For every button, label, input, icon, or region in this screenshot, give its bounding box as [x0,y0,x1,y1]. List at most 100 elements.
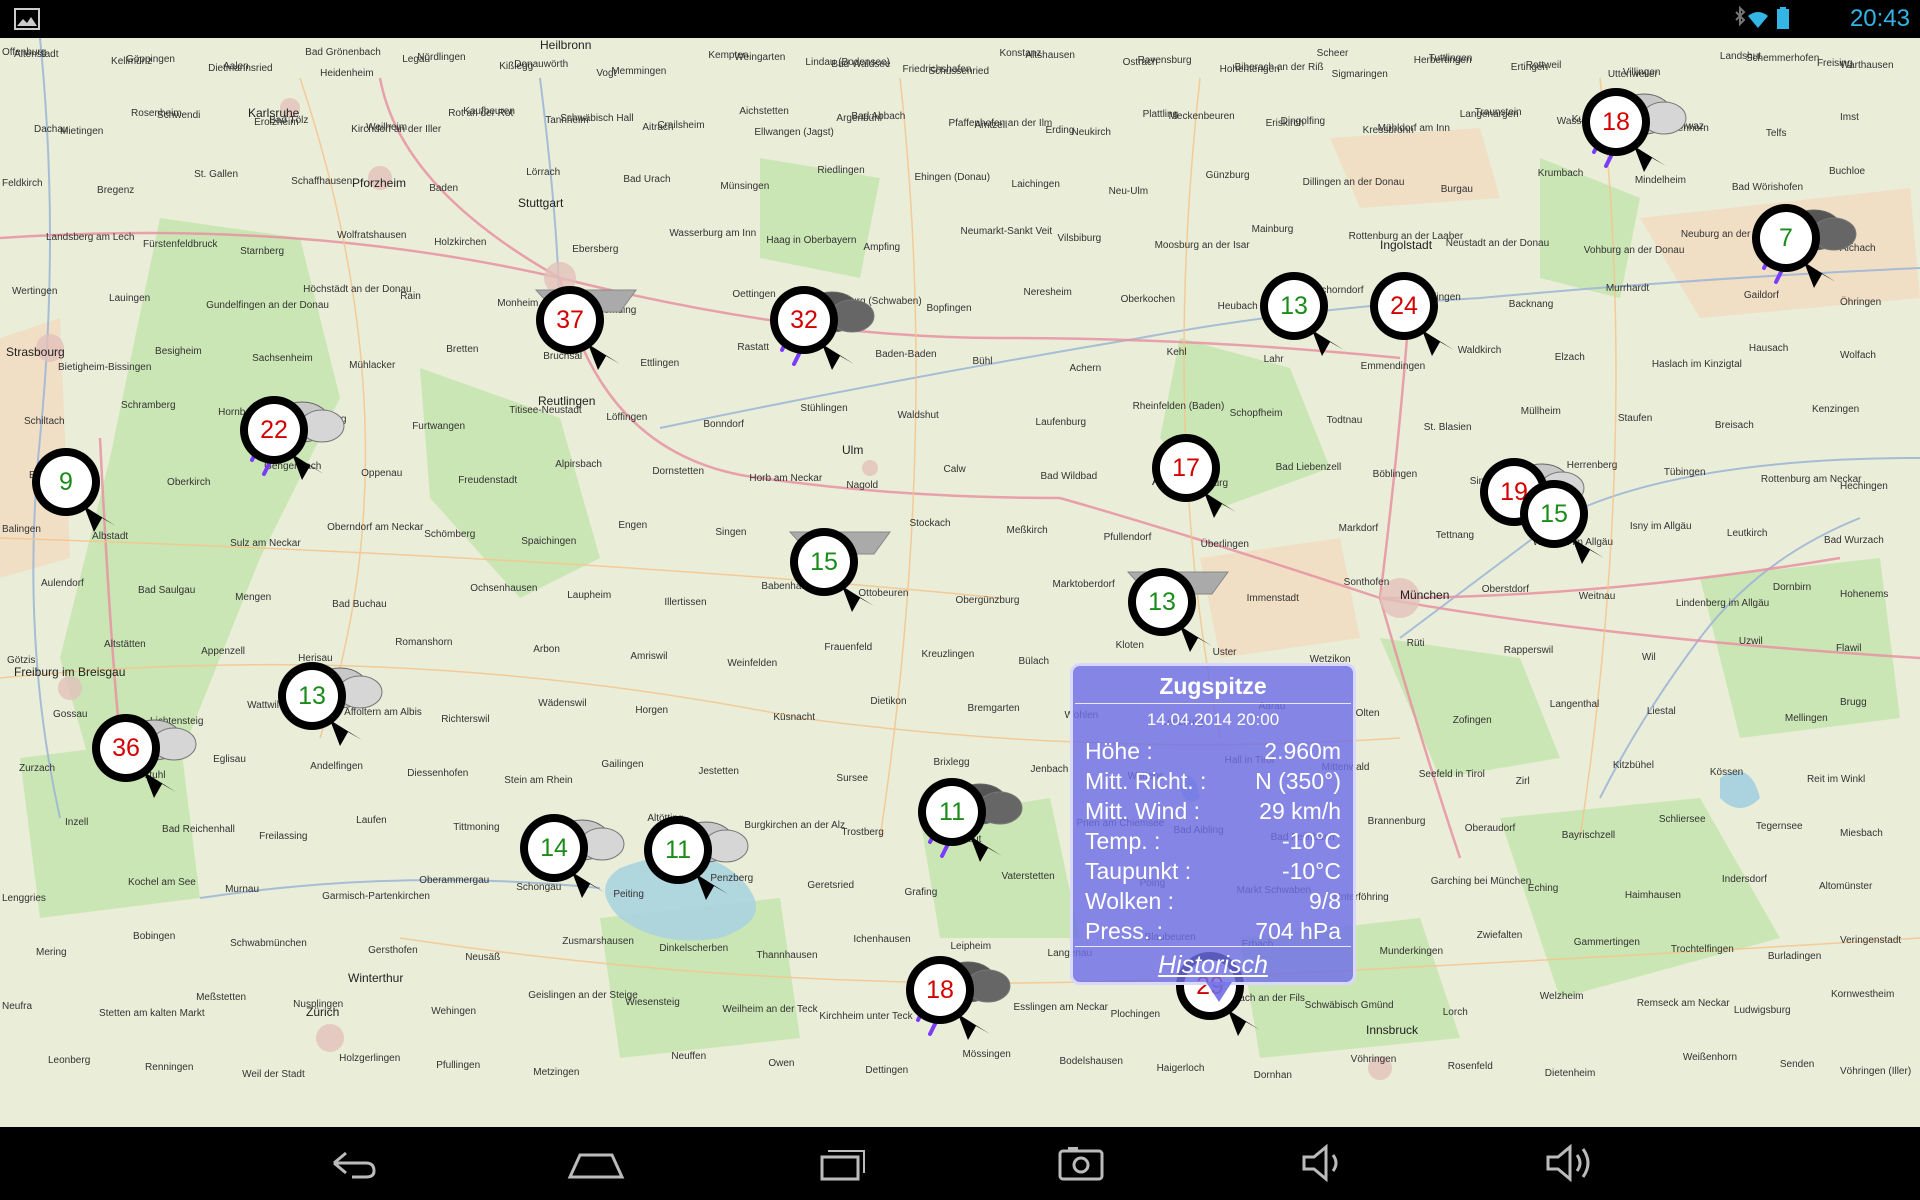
place-label: Illertissen [664,597,707,608]
place-label: Stühlingen [800,403,848,415]
place-label: Rheinfelden (Baden) [1132,401,1225,413]
place-label: Richterswil [441,713,490,725]
back-icon[interactable] [322,1141,382,1185]
weather-station-marker[interactable]: 14 [520,814,660,924]
place-label: Aulendorf [41,578,84,589]
place-label: Dietenheim [1544,1068,1596,1080]
popup-row-temperature: Temp. : -10°C [1073,826,1353,856]
popup-pointer [1206,982,1232,1002]
weather-station-marker[interactable]: 15 [788,528,930,638]
place-label: Horgen [635,704,669,716]
place-label: Neufra [2,1001,33,1013]
weather-station-marker[interactable]: 9 [32,448,172,558]
place-label: Mellingen [1784,712,1828,724]
weather-station-marker[interactable]: 22 [240,396,380,506]
place-label: Trochtelfingen [1670,944,1734,956]
place-label: Schwendi [157,109,201,121]
place-label: Kreuzlingen [921,648,975,660]
row-value: N (350°) [1255,768,1341,794]
place-label: Ludwigsburg [1733,1005,1791,1017]
place-label: Eching [1527,883,1559,895]
place-label: Hechingen [1840,481,1888,493]
place-label: Neumarkt-Sankt Veit [960,225,1053,237]
place-label: Innsbruck [1366,1023,1419,1037]
row-label: Höhe : [1085,738,1153,764]
place-label: Murnau [225,884,259,896]
map-view[interactable]: Heilbronn Karlsruhe Pforzheim Stuttgart Reut… [0,38,1920,1127]
weather-station-marker[interactable]: 13 [278,662,418,772]
place-label: Altstätten [104,638,146,650]
place-label: Tübingen [1663,467,1706,479]
volume-up-icon[interactable] [1540,1141,1600,1185]
screenshot-icon[interactable] [1052,1141,1112,1185]
wifi-icon [1748,12,1768,28]
place-label: Rot an der Rot [448,107,514,119]
place-label: Brannenburg [1367,815,1426,827]
row-value: 2.960m [1264,738,1341,764]
place-label: Bad Urach [623,173,671,185]
place-label: Garmisch-Partenkirchen [322,891,430,903]
place-label: Kellmünz [111,56,153,67]
place-label: Lorch [1442,1007,1468,1019]
gallery-icon[interactable] [14,8,40,30]
place-label: Plochingen [1110,1009,1161,1021]
weather-station-marker[interactable]: 18 [1582,88,1722,198]
place-label: Tannheim [545,114,589,126]
row-value: -10°C [1281,858,1341,884]
place-label: Appenzell [201,645,246,657]
place-label: Wiesensteig [625,997,680,1009]
place-label: Meßstetten [196,992,247,1004]
weather-station-marker[interactable]: 36 [92,714,232,824]
popup-row-altitude: Höhe : 2.960m [1073,736,1353,766]
place-label: Freilassing [259,830,308,842]
place-label: Gersthofen [368,945,418,957]
recent-apps-icon[interactable] [814,1141,874,1185]
weather-station-marker[interactable]: 17 [1152,434,1292,544]
place-label: Kirchdorf an der Iller [351,123,442,135]
weather-station-marker[interactable]: 11 [644,816,784,926]
history-link[interactable]: Historisch [1073,951,1353,980]
place-label: Bregenz [97,184,135,196]
place-label: Vöhringen [1350,1054,1397,1066]
station-popup[interactable]: Zugspitze 14.04.2014 20:00 Höhe : 2.960m … [1070,663,1356,1002]
place-label: Winterthur [348,971,404,985]
weather-station-marker[interactable]: 7 [1752,204,1892,314]
place-label: Bobingen [133,931,176,943]
place-label: Ampfing [863,241,901,253]
place-label: München [1400,588,1450,602]
place-label: Erolzheim [254,116,299,128]
place-label: Strasbourg [6,345,65,359]
weather-station-marker[interactable]: 37 [534,286,676,396]
place-label: Jenbach [1030,763,1069,775]
place-label: Staufen [1617,413,1653,425]
weather-station-marker[interactable]: 11 [918,778,1058,888]
place-label: Leipheim [950,941,992,953]
weather-station-marker[interactable]: 15 [1520,480,1660,590]
place-label: Kitzbühel [1612,759,1654,771]
place-label: Geislingen an der Steige [528,990,638,1002]
weather-station-marker[interactable]: 24 [1370,272,1510,382]
volume-down-icon[interactable] [1296,1141,1356,1185]
place-label: Veringenstadt [1840,935,1902,947]
status-bar: 20:43 [0,0,1920,38]
place-label: Altenstadt [14,49,59,60]
weather-station-marker[interactable]: 32 [770,286,910,396]
place-label: Argenbühl [836,112,882,124]
place-label: Schliersee [1658,813,1706,825]
place-label: Pforzheim [352,176,407,190]
place-label: Lörrach [526,166,561,178]
home-icon[interactable] [566,1141,626,1185]
row-value: 29 km/h [1259,798,1341,824]
station-temperature: 14 [540,834,568,862]
place-label: Lauingen [109,292,151,304]
place-label: Oberkochen [1120,293,1176,305]
place-label: Achern [1069,363,1102,375]
place-label: Moosburg an der Isar [1154,239,1250,251]
place-label: Holzgerlingen [339,1053,401,1065]
place-label: Mengen [235,592,272,603]
place-label: Höchstädt an der Donau [303,283,412,295]
weather-station-marker[interactable]: 13 [1126,568,1268,678]
place-label: Wil [1641,651,1656,663]
weather-station-marker[interactable]: 18 [906,956,1046,1066]
place-label: Weißenhorn [1682,1052,1738,1064]
